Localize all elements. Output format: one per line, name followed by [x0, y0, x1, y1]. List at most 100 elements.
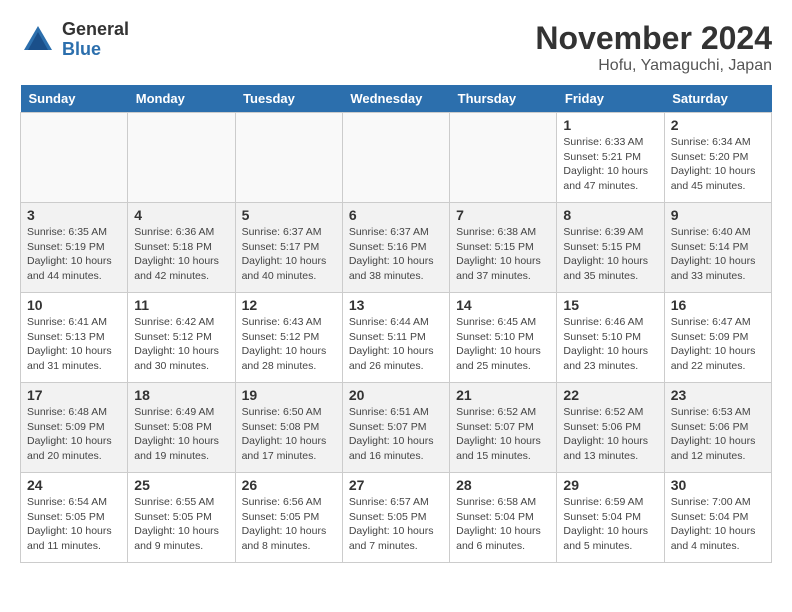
- day-info: Sunrise: 6:59 AM Sunset: 5:04 PM Dayligh…: [563, 495, 657, 554]
- day-number: 28: [456, 477, 550, 493]
- calendar-cell: 29 Sunrise: 6:59 AM Sunset: 5:04 PM Dayli…: [557, 473, 664, 563]
- day-info: Sunrise: 6:58 AM Sunset: 5:04 PM Dayligh…: [456, 495, 550, 554]
- calendar-cell: 30 Sunrise: 7:00 AM Sunset: 5:04 PM Dayli…: [664, 473, 771, 563]
- calendar-table: SundayMondayTuesdayWednesdayThursdayFrid…: [20, 85, 772, 563]
- weekday-header-row: SundayMondayTuesdayWednesdayThursdayFrid…: [21, 85, 772, 113]
- calendar-cell: 5 Sunrise: 6:37 AM Sunset: 5:17 PM Daylig…: [235, 203, 342, 293]
- calendar-cell: 3Sunrise: 6:35 AM Sunset: 5:19 PM Daylig…: [21, 203, 128, 293]
- calendar-cell: 23Sunrise: 6:53 AM Sunset: 5:06 PM Dayli…: [664, 383, 771, 473]
- day-number: 13: [349, 297, 443, 313]
- day-number: 14: [456, 297, 550, 313]
- day-info: Sunrise: 6:49 AM Sunset: 5:08 PM Dayligh…: [134, 405, 228, 464]
- week-row-1: 1 Sunrise: 6:33 AM Sunset: 5:21 PM Daylig…: [21, 113, 772, 203]
- week-row-3: 10 Sunrise: 6:41 AM Sunset: 5:13 PM Dayli…: [21, 293, 772, 383]
- title-area: November 2024 Hofu, Yamaguchi, Japan: [535, 20, 772, 75]
- calendar-cell: 27 Sunrise: 6:57 AM Sunset: 5:05 PM Dayli…: [342, 473, 449, 563]
- calendar-cell: [342, 113, 449, 203]
- calendar-cell: 24 Sunrise: 6:54 AM Sunset: 5:05 PM Dayli…: [21, 473, 128, 563]
- day-info: Sunrise: 6:33 AM Sunset: 5:21 PM Dayligh…: [563, 135, 657, 194]
- day-info: Sunrise: 6:47 AM Sunset: 5:09 PM Dayligh…: [671, 315, 765, 374]
- main-title: November 2024: [535, 20, 772, 57]
- day-number: 25: [134, 477, 228, 493]
- day-info: Sunrise: 6:36 AM Sunset: 5:18 PM Dayligh…: [134, 225, 228, 284]
- day-info: Sunrise: 6:43 AM Sunset: 5:12 PM Dayligh…: [242, 315, 336, 374]
- day-number: 15: [563, 297, 657, 313]
- day-number: 20: [349, 387, 443, 403]
- calendar-cell: 9 Sunrise: 6:40 AM Sunset: 5:14 PM Daylig…: [664, 203, 771, 293]
- weekday-header-wednesday: Wednesday: [342, 85, 449, 113]
- calendar-cell: [128, 113, 235, 203]
- day-number: 16: [671, 297, 765, 313]
- day-info: Sunrise: 6:45 AM Sunset: 5:10 PM Dayligh…: [456, 315, 550, 374]
- calendar-cell: 28 Sunrise: 6:58 AM Sunset: 5:04 PM Dayli…: [450, 473, 557, 563]
- calendar-cell: 18 Sunrise: 6:49 AM Sunset: 5:08 PM Dayli…: [128, 383, 235, 473]
- day-info: Sunrise: 6:52 AM Sunset: 5:06 PM Dayligh…: [563, 405, 657, 464]
- day-info: Sunrise: 6:51 AM Sunset: 5:07 PM Dayligh…: [349, 405, 443, 464]
- day-info: Sunrise: 6:57 AM Sunset: 5:05 PM Dayligh…: [349, 495, 443, 554]
- day-number: 27: [349, 477, 443, 493]
- day-number: 21: [456, 387, 550, 403]
- day-number: 6: [349, 207, 443, 223]
- day-number: 23: [671, 387, 765, 403]
- week-row-5: 24 Sunrise: 6:54 AM Sunset: 5:05 PM Dayli…: [21, 473, 772, 563]
- day-info: Sunrise: 7:00 AM Sunset: 5:04 PM Dayligh…: [671, 495, 765, 554]
- day-info: Sunrise: 6:34 AM Sunset: 5:20 PM Dayligh…: [671, 135, 765, 194]
- day-number: 5: [242, 207, 336, 223]
- day-info: Sunrise: 6:56 AM Sunset: 5:05 PM Dayligh…: [242, 495, 336, 554]
- day-number: 10: [27, 297, 121, 313]
- day-info: Sunrise: 6:54 AM Sunset: 5:05 PM Dayligh…: [27, 495, 121, 554]
- logo-general-text: General: [62, 20, 129, 40]
- day-info: Sunrise: 6:42 AM Sunset: 5:12 PM Dayligh…: [134, 315, 228, 374]
- day-number: 29: [563, 477, 657, 493]
- weekday-header-tuesday: Tuesday: [235, 85, 342, 113]
- day-number: 7: [456, 207, 550, 223]
- day-info: Sunrise: 6:41 AM Sunset: 5:13 PM Dayligh…: [27, 315, 121, 374]
- day-info: Sunrise: 6:39 AM Sunset: 5:15 PM Dayligh…: [563, 225, 657, 284]
- weekday-header-friday: Friday: [557, 85, 664, 113]
- calendar-cell: 25 Sunrise: 6:55 AM Sunset: 5:05 PM Dayli…: [128, 473, 235, 563]
- day-number: 18: [134, 387, 228, 403]
- calendar-cell: 21Sunrise: 6:52 AM Sunset: 5:07 PM Dayli…: [450, 383, 557, 473]
- calendar-cell: 13 Sunrise: 6:44 AM Sunset: 5:11 PM Dayli…: [342, 293, 449, 383]
- calendar-cell: 4 Sunrise: 6:36 AM Sunset: 5:18 PM Daylig…: [128, 203, 235, 293]
- calendar-cell: 19Sunrise: 6:50 AM Sunset: 5:08 PM Dayli…: [235, 383, 342, 473]
- weekday-header-monday: Monday: [128, 85, 235, 113]
- day-info: Sunrise: 6:44 AM Sunset: 5:11 PM Dayligh…: [349, 315, 443, 374]
- calendar-cell: 6 Sunrise: 6:37 AM Sunset: 5:16 PM Daylig…: [342, 203, 449, 293]
- day-number: 8: [563, 207, 657, 223]
- day-number: 24: [27, 477, 121, 493]
- calendar-cell: [21, 113, 128, 203]
- calendar-cell: 26 Sunrise: 6:56 AM Sunset: 5:05 PM Dayli…: [235, 473, 342, 563]
- day-info: Sunrise: 6:40 AM Sunset: 5:14 PM Dayligh…: [671, 225, 765, 284]
- weekday-header-sunday: Sunday: [21, 85, 128, 113]
- day-number: 22: [563, 387, 657, 403]
- day-info: Sunrise: 6:35 AM Sunset: 5:19 PM Dayligh…: [27, 225, 121, 284]
- day-info: Sunrise: 6:37 AM Sunset: 5:16 PM Dayligh…: [349, 225, 443, 284]
- calendar-cell: 10 Sunrise: 6:41 AM Sunset: 5:13 PM Dayli…: [21, 293, 128, 383]
- header: General Blue November 2024 Hofu, Yamaguc…: [20, 20, 772, 75]
- week-row-2: 3Sunrise: 6:35 AM Sunset: 5:19 PM Daylig…: [21, 203, 772, 293]
- day-info: Sunrise: 6:38 AM Sunset: 5:15 PM Dayligh…: [456, 225, 550, 284]
- weekday-header-saturday: Saturday: [664, 85, 771, 113]
- day-number: 11: [134, 297, 228, 313]
- calendar-cell: 20 Sunrise: 6:51 AM Sunset: 5:07 PM Dayli…: [342, 383, 449, 473]
- calendar-cell: 1 Sunrise: 6:33 AM Sunset: 5:21 PM Daylig…: [557, 113, 664, 203]
- calendar-cell: 16 Sunrise: 6:47 AM Sunset: 5:09 PM Dayli…: [664, 293, 771, 383]
- day-info: Sunrise: 6:50 AM Sunset: 5:08 PM Dayligh…: [242, 405, 336, 464]
- calendar-cell: 8 Sunrise: 6:39 AM Sunset: 5:15 PM Daylig…: [557, 203, 664, 293]
- logo-text: General Blue: [62, 20, 129, 60]
- day-number: 30: [671, 477, 765, 493]
- day-info: Sunrise: 6:46 AM Sunset: 5:10 PM Dayligh…: [563, 315, 657, 374]
- day-info: Sunrise: 6:37 AM Sunset: 5:17 PM Dayligh…: [242, 225, 336, 284]
- day-info: Sunrise: 6:48 AM Sunset: 5:09 PM Dayligh…: [27, 405, 121, 464]
- calendar-cell: 17Sunrise: 6:48 AM Sunset: 5:09 PM Dayli…: [21, 383, 128, 473]
- day-number: 4: [134, 207, 228, 223]
- logo: General Blue: [20, 20, 129, 60]
- subtitle: Hofu, Yamaguchi, Japan: [535, 57, 772, 75]
- day-number: 1: [563, 117, 657, 133]
- day-info: Sunrise: 6:55 AM Sunset: 5:05 PM Dayligh…: [134, 495, 228, 554]
- calendar-cell: 2Sunrise: 6:34 AM Sunset: 5:20 PM Daylig…: [664, 113, 771, 203]
- day-number: 9: [671, 207, 765, 223]
- day-number: 26: [242, 477, 336, 493]
- week-row-4: 17Sunrise: 6:48 AM Sunset: 5:09 PM Dayli…: [21, 383, 772, 473]
